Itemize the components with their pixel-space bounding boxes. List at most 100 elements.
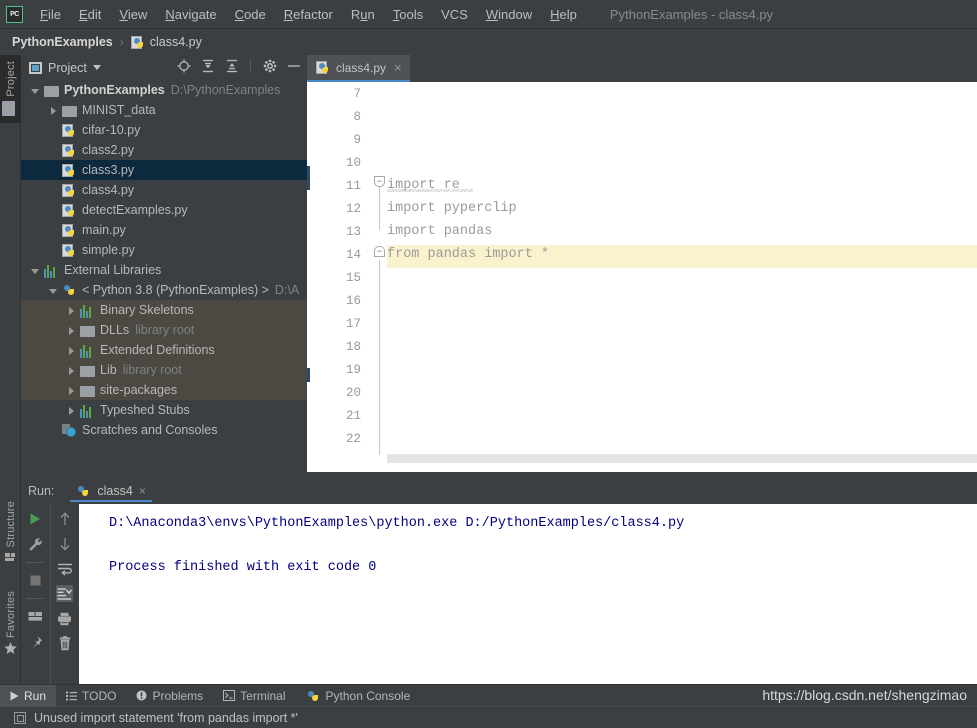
tree-row[interactable]: Scratches and Consoles [21, 420, 307, 440]
menu-item-view[interactable]: View [110, 5, 156, 24]
tree-row[interactable]: class4.py [21, 180, 307, 200]
tree-row-path: D:\A [275, 283, 299, 297]
breadcrumb-project[interactable]: PythonExamples [12, 35, 113, 49]
tree-row[interactable]: Typeshed Stubs [21, 400, 307, 420]
terminal-icon [223, 690, 235, 701]
line-number: 7 [311, 87, 361, 101]
tree-row-path: library root [135, 323, 194, 337]
fold-collapse-icon[interactable]: − [374, 176, 385, 187]
collapse-all-icon[interactable] [224, 58, 239, 73]
breadcrumb: PythonExamples › class4.py [0, 29, 977, 55]
chevron-right-icon[interactable] [67, 386, 76, 395]
chevron-right-icon[interactable] [67, 406, 76, 415]
layout-icon[interactable] [27, 608, 44, 625]
folder-icon [44, 86, 59, 97]
project-tree[interactable]: PythonExamplesD:\PythonExamplesMINIST_da… [21, 80, 307, 448]
scroll-to-end-icon[interactable] [56, 585, 73, 602]
menu-item-file[interactable]: File [31, 5, 70, 24]
editor-tab-class4[interactable]: class4.py × [307, 55, 410, 82]
chevron-right-icon[interactable] [49, 106, 58, 115]
editor-horizontal-scrollbar[interactable] [387, 454, 977, 463]
sidebar-tab-favorites[interactable]: Favorites [0, 585, 21, 665]
tree-row[interactable]: External Libraries [21, 260, 307, 280]
expand-all-icon[interactable] [200, 58, 215, 73]
locate-target-icon[interactable] [176, 58, 191, 73]
menu-item-refactor[interactable]: Refactor [275, 5, 342, 24]
tree-row[interactable]: detectExamples.py [21, 200, 307, 220]
menu-item-code[interactable]: Code [226, 5, 275, 24]
menu-item-vcs[interactable]: VCS [432, 5, 477, 24]
trash-icon[interactable] [56, 635, 73, 652]
fold-collapse-icon[interactable]: − [374, 246, 385, 257]
list-icon [66, 691, 77, 701]
run-icon[interactable] [27, 510, 44, 527]
sidebar-tab-project[interactable]: Project [0, 55, 21, 123]
tree-row[interactable]: PythonExamplesD:\PythonExamples [21, 80, 307, 100]
run-body: D:\Anaconda3\envs\PythonExamples\python.… [21, 504, 977, 684]
tree-row[interactable]: Extended Definitions [21, 340, 307, 360]
chevron-right-icon[interactable] [67, 326, 76, 335]
chevron-down-icon[interactable] [31, 266, 40, 275]
settings-gear-icon[interactable] [262, 58, 277, 73]
bottom-tab-problems[interactable]: Problems [126, 685, 213, 707]
chevron-down-icon[interactable] [31, 86, 40, 95]
menu-item-help[interactable]: Help [541, 5, 586, 24]
tree-row[interactable]: MINIST_data [21, 100, 307, 120]
bottom-tab-todo[interactable]: TODO [56, 685, 126, 707]
run-console-output[interactable]: D:\Anaconda3\envs\PythonExamples\python.… [79, 504, 977, 684]
library-bars-icon [80, 405, 95, 418]
tree-row[interactable]: main.py [21, 220, 307, 240]
tree-row[interactable]: < Python 3.8 (PythonExamples) >D:\A [21, 280, 307, 300]
arrow-down-icon[interactable] [56, 535, 73, 552]
chevron-down-icon[interactable] [49, 286, 58, 295]
tree-row-label: site-packages [100, 383, 177, 397]
chevron-down-icon[interactable] [93, 65, 101, 70]
menu-item-navigate[interactable]: Navigate [156, 5, 225, 24]
bottom-tab-run[interactable]: Run [0, 685, 56, 707]
code-folding-column[interactable]: − − [373, 82, 387, 472]
chevron-right-icon[interactable] [67, 366, 76, 375]
code-line[interactable]: import pyperclip [387, 201, 517, 216]
menu-item-window[interactable]: Window [477, 5, 541, 24]
folder-icon [2, 101, 15, 116]
breadcrumb-file[interactable]: class4.py [150, 35, 202, 49]
project-panel-title[interactable]: Project [29, 61, 101, 75]
tree-row[interactable]: cifar-10.py [21, 120, 307, 140]
chevron-right-icon[interactable] [67, 346, 76, 355]
print-icon[interactable] [56, 610, 73, 627]
code-line[interactable]: from pandas import * [387, 247, 549, 262]
tree-row[interactable]: Liblibrary root [21, 360, 307, 380]
run-tab-class4[interactable]: class4 × [70, 481, 151, 502]
hide-panel-icon[interactable] [286, 58, 301, 73]
library-bars-icon [80, 305, 95, 318]
tree-row[interactable]: site-packages [21, 380, 307, 400]
fold-guide-line [379, 260, 380, 455]
bottom-tab-terminal[interactable]: Terminal [213, 685, 295, 707]
code-line[interactable]: import pandas [387, 224, 492, 239]
exclamation-circle-icon [136, 690, 147, 701]
tree-row[interactable]: class3.py [21, 160, 307, 180]
tree-row[interactable]: class2.py [21, 140, 307, 160]
wrench-icon[interactable] [27, 536, 44, 553]
run-header: Run: class4 × [21, 478, 977, 504]
menu-item-run[interactable]: Run [342, 5, 384, 24]
menu-item-edit[interactable]: Edit [70, 5, 110, 24]
sidebar-tab-favorites-label: Favorites [5, 591, 17, 638]
sidebar-tab-structure[interactable]: Structure [0, 495, 21, 573]
python-file-icon [62, 163, 77, 178]
menu-item-tools[interactable]: Tools [384, 5, 432, 24]
line-number: 14 [311, 248, 361, 262]
tree-row[interactable]: Binary Skeletons [21, 300, 307, 320]
tree-row[interactable]: DLLslibrary root [21, 320, 307, 340]
close-icon[interactable]: × [394, 60, 402, 75]
pycharm-logo-icon: PC [6, 6, 23, 23]
pin-icon[interactable] [27, 634, 44, 651]
arrow-up-icon[interactable] [56, 510, 73, 527]
bottom-tab-python-console[interactable]: Python Console [296, 685, 421, 707]
code-editor[interactable]: 78910111213141516171819202122 − − import… [307, 82, 977, 472]
soft-wrap-icon[interactable] [56, 560, 73, 577]
chevron-right-icon[interactable] [67, 306, 76, 315]
close-icon[interactable]: × [139, 484, 146, 498]
tree-row[interactable]: simple.py [21, 240, 307, 260]
line-number: 20 [311, 386, 361, 400]
